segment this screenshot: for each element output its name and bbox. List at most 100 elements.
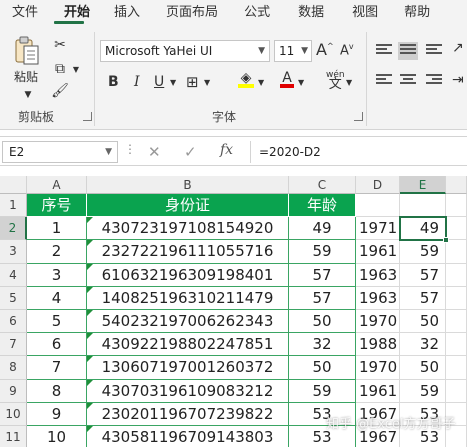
row-header[interactable]: 11 bbox=[0, 426, 27, 447]
row-header[interactable]: 6 bbox=[0, 310, 27, 334]
column-header-f[interactable] bbox=[446, 176, 467, 194]
row-header[interactable]: 3 bbox=[0, 240, 27, 264]
header-cell[interactable]: 身份证 bbox=[87, 194, 289, 218]
age-cell[interactable]: 49 bbox=[289, 217, 356, 241]
birth-year-cell[interactable]: 1971 bbox=[356, 217, 400, 241]
sequence-cell[interactable]: 9 bbox=[27, 402, 87, 426]
cancel-icon[interactable]: ✕ bbox=[148, 143, 161, 161]
id-number-cell[interactable]: 430703196109083212 bbox=[87, 379, 289, 403]
tab-data[interactable]: 数据 bbox=[270, 0, 324, 26]
font-name-select[interactable]: Microsoft YaHei UI ▼ bbox=[100, 40, 270, 62]
header-cell[interactable]: 序号 bbox=[27, 194, 87, 218]
empty-cell[interactable] bbox=[446, 356, 467, 380]
age-cell[interactable]: 57 bbox=[289, 263, 356, 287]
more-options-icon[interactable]: ⋮ bbox=[124, 142, 136, 156]
tab-insert[interactable]: 插入 bbox=[90, 0, 140, 26]
paste-button[interactable]: 粘贴 bbox=[14, 68, 38, 85]
empty-cell[interactable] bbox=[356, 194, 400, 218]
font-color-icon[interactable]: A bbox=[280, 70, 294, 88]
font-launcher-icon[interactable] bbox=[354, 112, 363, 121]
column-header-d[interactable]: D bbox=[356, 176, 400, 194]
id-number-cell[interactable]: 130607197001260372 bbox=[87, 356, 289, 380]
increase-font-icon[interactable]: A^ bbox=[316, 40, 334, 59]
underline-dropdown-icon[interactable]: ▼ bbox=[170, 78, 176, 87]
align-left-icon[interactable] bbox=[376, 74, 392, 88]
tab-file[interactable]: 文件 bbox=[0, 0, 38, 26]
italic-button[interactable]: I bbox=[134, 74, 140, 90]
sequence-cell[interactable]: 4 bbox=[27, 286, 87, 310]
underline-button[interactable]: U bbox=[154, 74, 164, 90]
birth-year-cell[interactable]: 1963 bbox=[356, 286, 400, 310]
fill-color-icon[interactable]: ◈ bbox=[238, 70, 254, 88]
sequence-cell[interactable]: 7 bbox=[27, 356, 87, 380]
orientation-icon[interactable]: ↗ bbox=[452, 40, 464, 56]
empty-cell[interactable] bbox=[446, 240, 467, 264]
phonetic-guide-icon[interactable]: wén 文 bbox=[326, 70, 345, 91]
computed-age-cell[interactable]: 49 bbox=[400, 217, 446, 241]
sequence-cell[interactable]: 6 bbox=[27, 333, 87, 357]
bold-button[interactable]: B bbox=[108, 74, 119, 90]
tab-view[interactable]: 视图 bbox=[324, 0, 378, 26]
computed-age-cell[interactable]: 59 bbox=[400, 379, 446, 403]
phonetic-dropdown-icon[interactable]: ▼ bbox=[346, 78, 352, 87]
select-all-corner[interactable] bbox=[0, 176, 27, 194]
borders-icon[interactable]: ⊞ bbox=[186, 73, 199, 91]
format-painter-icon[interactable]: 🖌 bbox=[50, 82, 70, 100]
row-header[interactable]: 8 bbox=[0, 356, 27, 380]
id-number-cell[interactable]: 232722196111055716 bbox=[87, 240, 289, 264]
header-cell[interactable]: 年龄 bbox=[289, 194, 356, 218]
align-bottom-icon[interactable] bbox=[426, 44, 442, 58]
align-center-icon[interactable] bbox=[400, 74, 416, 88]
align-right-icon[interactable] bbox=[426, 74, 442, 88]
birth-year-cell[interactable]: 1988 bbox=[356, 333, 400, 357]
id-number-cell[interactable]: 430581196709143803 bbox=[87, 426, 289, 447]
tab-help[interactable]: 帮助 bbox=[378, 0, 430, 26]
empty-cell[interactable] bbox=[446, 263, 467, 287]
align-middle-icon[interactable] bbox=[398, 42, 418, 60]
sequence-cell[interactable]: 5 bbox=[27, 310, 87, 334]
age-cell[interactable]: 59 bbox=[289, 240, 356, 264]
birth-year-cell[interactable]: 1961 bbox=[356, 379, 400, 403]
sequence-cell[interactable]: 2 bbox=[27, 240, 87, 264]
empty-cell[interactable] bbox=[446, 217, 467, 241]
birth-year-cell[interactable]: 1961 bbox=[356, 240, 400, 264]
row-header[interactable]: 5 bbox=[0, 286, 27, 310]
font-color-dropdown-icon[interactable]: ▼ bbox=[298, 78, 304, 87]
empty-cell[interactable] bbox=[446, 286, 467, 310]
decrease-font-icon[interactable]: Av bbox=[340, 42, 354, 58]
age-cell[interactable]: 57 bbox=[289, 286, 356, 310]
name-box[interactable]: E2 ▼ bbox=[2, 141, 118, 163]
row-header[interactable]: 2 bbox=[0, 217, 27, 241]
enter-icon[interactable]: ✓ bbox=[184, 143, 197, 161]
column-header-b[interactable]: B bbox=[87, 176, 289, 194]
computed-age-cell[interactable]: 50 bbox=[400, 310, 446, 334]
copy-dropdown-icon[interactable]: ▼ bbox=[66, 60, 86, 78]
tab-page-layout[interactable]: 页面布局 bbox=[140, 0, 218, 26]
row-header[interactable]: 7 bbox=[0, 333, 27, 357]
empty-cell[interactable] bbox=[446, 194, 467, 218]
insert-function-icon[interactable]: fx bbox=[220, 142, 233, 158]
computed-age-cell[interactable]: 57 bbox=[400, 286, 446, 310]
age-cell[interactable]: 50 bbox=[289, 310, 356, 334]
cut-icon[interactable]: ✂ bbox=[50, 36, 70, 54]
column-header-e[interactable]: E bbox=[400, 176, 446, 194]
empty-cell[interactable] bbox=[446, 379, 467, 403]
id-number-cell[interactable]: 430922198802247851 bbox=[87, 333, 289, 357]
row-header[interactable]: 9 bbox=[0, 379, 27, 403]
sequence-cell[interactable]: 1 bbox=[27, 217, 87, 241]
paste-dropdown-icon[interactable]: ▼ bbox=[18, 86, 38, 104]
age-cell[interactable]: 50 bbox=[289, 356, 356, 380]
tab-formulas[interactable]: 公式 bbox=[218, 0, 270, 26]
borders-dropdown-icon[interactable]: ▼ bbox=[204, 78, 210, 87]
empty-cell[interactable] bbox=[446, 333, 467, 357]
row-header[interactable]: 10 bbox=[0, 402, 27, 426]
id-number-cell[interactable]: 610632196309198401 bbox=[87, 263, 289, 287]
id-number-cell[interactable]: 230201196707239822 bbox=[87, 402, 289, 426]
empty-cell[interactable] bbox=[400, 194, 446, 218]
paste-icon[interactable] bbox=[14, 36, 40, 66]
computed-age-cell[interactable]: 50 bbox=[400, 356, 446, 380]
computed-age-cell[interactable]: 57 bbox=[400, 263, 446, 287]
id-number-cell[interactable]: 540232197006262343 bbox=[87, 310, 289, 334]
id-number-cell[interactable]: 430723197108154920 bbox=[87, 217, 289, 241]
computed-age-cell[interactable]: 32 bbox=[400, 333, 446, 357]
